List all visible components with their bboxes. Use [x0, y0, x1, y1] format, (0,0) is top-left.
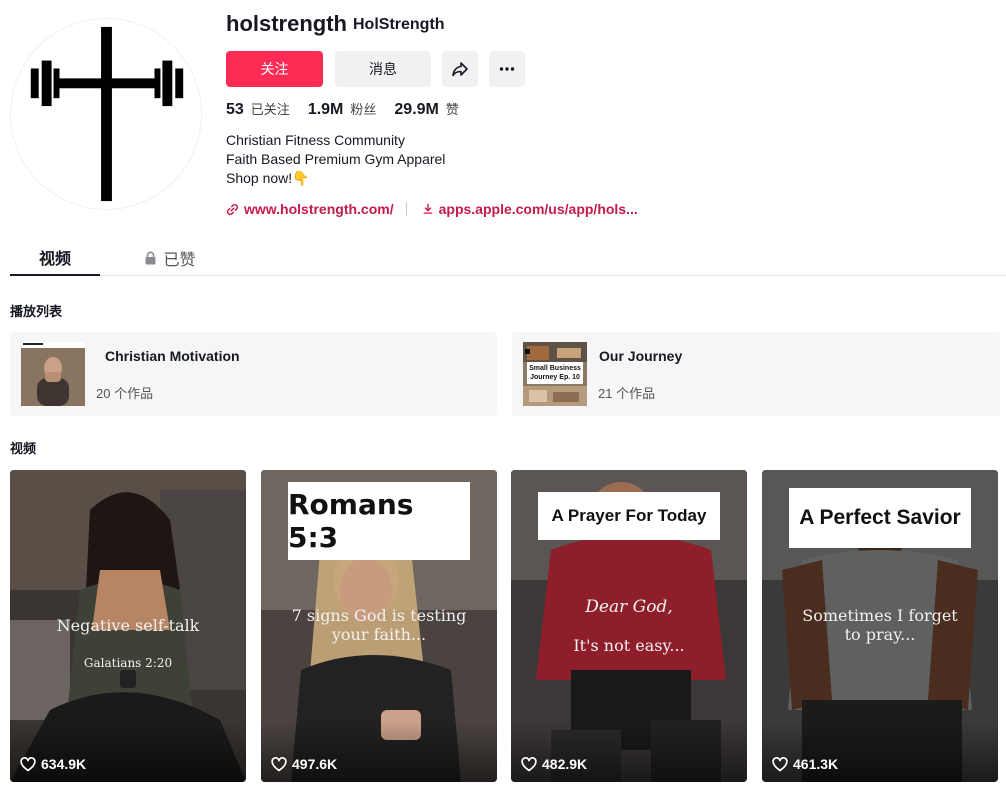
video-caption-sub: It's not easy... [573, 636, 685, 655]
profile-bio: Christian Fitness Community Faith Based … [226, 131, 445, 188]
video-likes: 461.3K [772, 756, 838, 772]
video-gradient [261, 722, 497, 782]
tab-liked[interactable]: 已赞 [130, 240, 210, 276]
video-likes: 634.9K [20, 756, 86, 772]
app-store-link[interactable]: apps.apple.com/us/app/hols... [422, 201, 638, 217]
video-likes-count: 482.9K [542, 756, 588, 772]
video-likes-count: 461.3K [793, 756, 839, 772]
download-icon [423, 203, 433, 214]
profile-tabs: 视频 已赞 [10, 240, 1006, 276]
followers-count: 1.9M [307, 101, 344, 118]
playlist-count: 20 个作品 [96, 386, 154, 401]
video-caption: Dear God, [585, 597, 673, 617]
video-caption: Negative self-talk [56, 616, 200, 635]
bio-line: Christian Fitness Community [226, 132, 405, 148]
lock-icon [145, 251, 156, 265]
website-link[interactable]: www.holstrength.com/ [226, 201, 394, 217]
followers-label: 粉丝 [350, 102, 377, 117]
followers-stat[interactable]: 1.9M 粉丝 [308, 99, 377, 119]
message-button[interactable]: 消息 [335, 51, 431, 87]
follow-button[interactable]: 关注 [226, 51, 323, 87]
video-title-tag: Romans 5:3 [288, 482, 470, 560]
profile-avatar[interactable] [10, 18, 202, 210]
video-likes: 482.9K [521, 756, 587, 772]
video-likes: 497.6K [271, 756, 337, 772]
video-card[interactable]: Romans 5:3 7 signs God is testing your f… [261, 470, 497, 782]
heart-outline-icon [521, 756, 537, 771]
profile-links: www.holstrength.com/ apps.apple.com/us/a… [226, 201, 638, 217]
video-title-tag: A Perfect Savior [789, 488, 971, 548]
likes-label: 赞 [445, 102, 459, 117]
likes-count: 29.9M [394, 101, 439, 118]
playlist-title: Our Journey [599, 348, 683, 364]
share-arrow-icon [452, 62, 468, 77]
playlist-card[interactable]: Christian Motivation 20 个作品 [10, 332, 497, 416]
playlist-thumb-caption: Small Business Journey Ep. 10 [527, 362, 583, 384]
link-icon [226, 203, 239, 215]
heart-outline-icon [271, 756, 287, 771]
profile-page: holstrength HolStrength 关注 消息 53 已关注 1.9… [0, 0, 1006, 792]
profile-username: holstrength [226, 11, 347, 36]
more-dots-icon [499, 67, 515, 71]
link-divider [405, 202, 407, 216]
bio-line: Faith Based Premium Gym Apparel [226, 151, 446, 167]
video-gradient [762, 722, 998, 782]
video-card[interactable]: A Prayer For Today Dear God, It's not ea… [511, 470, 747, 782]
video-caption: Sometimes I forget [802, 606, 958, 625]
heart-outline-icon [20, 756, 36, 771]
following-stat[interactable]: 53 已关注 [226, 99, 290, 119]
tab-videos[interactable]: 视频 [10, 240, 100, 276]
video-card[interactable]: A Perfect Savior Sometimes I forget to p… [762, 470, 998, 782]
video-caption-sub: to pray... [844, 625, 916, 644]
following-label: 已关注 [250, 102, 290, 117]
playlist-card[interactable]: Small Business Journey Ep. 10 Our Journe… [512, 332, 1000, 416]
app-store-link-text: apps.apple.com/us/app/hols... [438, 201, 638, 217]
video-gradient [511, 722, 747, 782]
video-title-tag: A Prayer For Today [538, 492, 720, 540]
following-count: 53 [226, 101, 244, 118]
video-caption: 7 signs God is testing [291, 606, 467, 625]
playlists-heading: 播放列表 [10, 304, 63, 319]
profile-nickname: HolStrength [353, 16, 445, 33]
barbell-cross-logo [30, 26, 184, 202]
video-gradient [10, 722, 246, 782]
video-caption-sub: your faith... [331, 625, 427, 644]
bio-line: Shop now!👇 [226, 170, 310, 186]
playlist-thumbnail [21, 342, 85, 406]
playlist-title: Christian Motivation [105, 348, 240, 364]
heart-outline-icon [772, 756, 788, 771]
playlist-count: 21 个作品 [598, 386, 656, 401]
share-button[interactable] [442, 51, 478, 87]
video-likes-count: 497.6K [292, 756, 338, 772]
likes-stat: 29.9M 赞 [394, 99, 458, 119]
more-options-button[interactable] [489, 51, 525, 87]
video-likes-count: 634.9K [41, 756, 87, 772]
videos-heading: 视频 [10, 441, 37, 456]
profile-stats: 53 已关注 1.9M 粉丝 29.9M 赞 [226, 99, 477, 119]
website-link-text: www.holstrength.com/ [244, 201, 394, 217]
tab-liked-label: 已赞 [163, 252, 196, 269]
video-caption-sub: Galatians 2:20 [83, 656, 173, 670]
playlist-thumbnail: Small Business Journey Ep. 10 [523, 342, 587, 406]
video-card[interactable]: Negative self-talk Galatians 2:20 634.9K [10, 470, 246, 782]
